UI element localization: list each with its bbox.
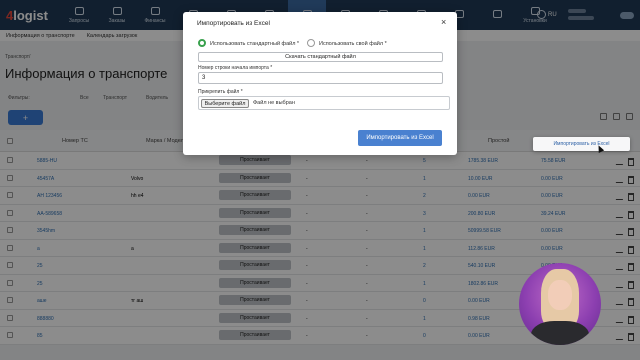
modal-title: Импортировать из Excel <box>197 20 270 27</box>
radio-standard-file[interactable] <box>198 39 206 47</box>
start-row-input[interactable]: 3 <box>198 72 443 84</box>
radio-custom-file[interactable] <box>307 39 315 47</box>
file-input: Выберите файл Файл не выбран <box>198 96 450 110</box>
file-status: Файл не выбран <box>253 100 295 106</box>
radio-custom-label: Использовать свой файл * <box>319 41 387 47</box>
import-excel-button[interactable]: Импортировать из Excel <box>358 130 442 146</box>
import-excel-modal: Импортировать из Excel × Использовать ст… <box>183 12 457 155</box>
close-icon[interactable]: × <box>441 17 446 27</box>
radio-standard-label: Использовать стандартный файл * <box>210 41 300 47</box>
presenter-avatar <box>519 263 601 345</box>
download-standard-file-button[interactable]: Скачать стандартный файл <box>198 52 443 62</box>
start-row-label: Номер строки начала импорта * <box>198 65 273 71</box>
choose-file-button[interactable]: Выберите файл <box>201 99 249 108</box>
attach-file-label: Прикрепить файл * <box>198 89 243 95</box>
import-excel-menu-item[interactable]: Импортировать из Excel <box>533 137 630 151</box>
